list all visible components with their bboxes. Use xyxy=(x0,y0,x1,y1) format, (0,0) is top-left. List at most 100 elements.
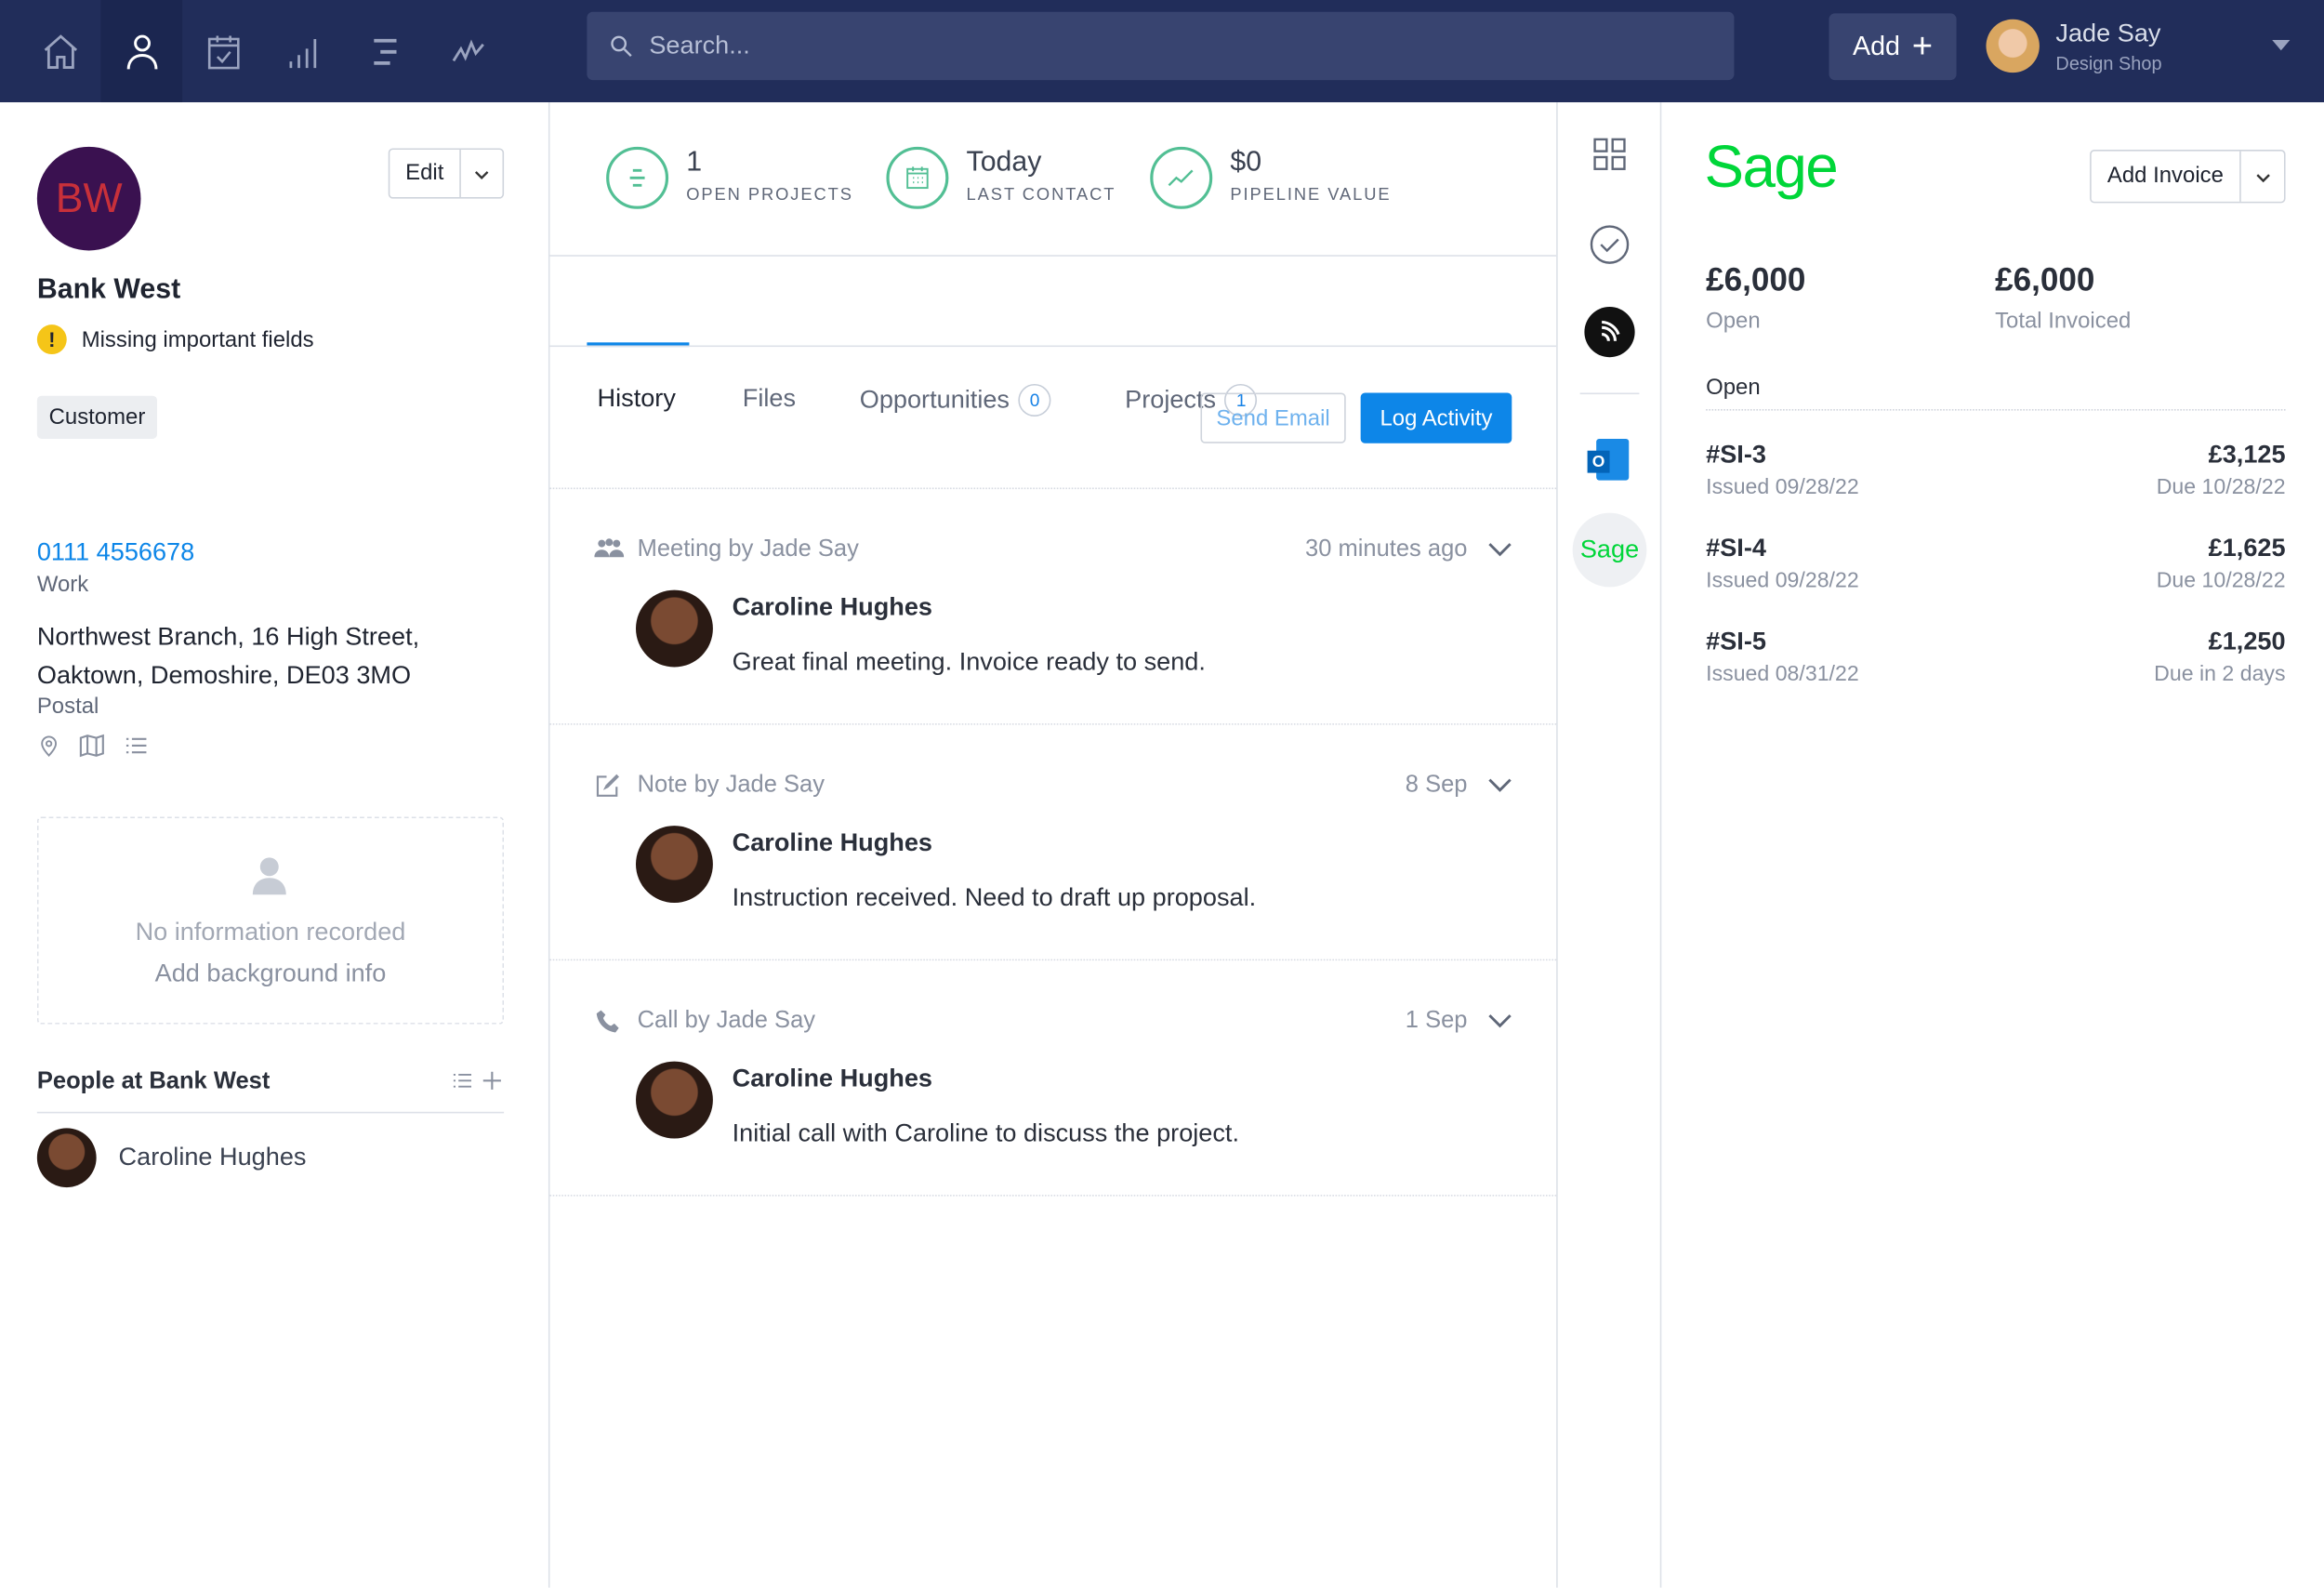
activity-icon[interactable] xyxy=(427,0,508,102)
entry-text: Initial call with Caroline to discuss th… xyxy=(732,1118,1239,1148)
activity-panel: 1 OPEN PROJECTS Today LAST CONTACT $0 PIPEL… xyxy=(549,102,1558,1588)
invoice-row[interactable]: #SI-4 Issued 09/28/22 £1,625 Due 10/28/22 xyxy=(1706,534,2285,608)
warning-text: Missing important fields xyxy=(81,326,314,352)
check-circle-icon[interactable] xyxy=(1589,224,1631,266)
plus-icon: + xyxy=(1911,25,1934,66)
open-amount: £6,000 xyxy=(1706,260,1806,298)
entry-type: Call by Jade Say xyxy=(637,1008,816,1034)
chevron-down-icon[interactable] xyxy=(2241,164,2284,189)
add-invoice-button[interactable]: Add Invoice xyxy=(2092,151,2241,202)
tab-files[interactable]: Files xyxy=(743,384,796,414)
add-invoice-group: Add Invoice xyxy=(2090,150,2286,204)
tab-opportunities[interactable]: Opportunities 0 xyxy=(860,383,1051,417)
people-title: People at Bank West xyxy=(36,1068,271,1094)
background-info-box[interactable]: No information recorded Add background i… xyxy=(36,816,505,1025)
map-pin-icon[interactable] xyxy=(37,733,61,760)
missing-fields-warning[interactable]: ! Missing important fields xyxy=(36,324,314,355)
edit-button-group: Edit xyxy=(388,148,505,199)
invoice-amount: £3,125 xyxy=(2208,440,2286,469)
people-actions xyxy=(451,1069,504,1093)
user-avatar[interactable] xyxy=(1986,19,2040,73)
plus-icon[interactable] xyxy=(481,1069,505,1093)
sage-panel: Sage Add Invoice £6,000 Open £6,000 Tota… xyxy=(1661,102,2324,1588)
search-bar[interactable] xyxy=(587,11,1735,81)
company-name: Bank West xyxy=(36,273,181,306)
entry-person[interactable]: Caroline Hughes xyxy=(733,828,932,858)
chevron-down-icon[interactable] xyxy=(1488,538,1512,565)
search-input[interactable] xyxy=(649,31,1687,61)
add-person-icon xyxy=(252,857,285,895)
invoice-row[interactable]: #SI-5 Issued 08/31/22 £1,250 Due in 2 days xyxy=(1706,627,2285,701)
caret-down-icon[interactable] xyxy=(2272,40,2291,51)
integrations-rail: O Sage xyxy=(1558,102,1662,1588)
list-icon[interactable] xyxy=(345,0,427,102)
entry-text: Instruction received. Need to draft up p… xyxy=(732,883,1257,912)
entry-type: Meeting by Jade Say xyxy=(637,536,859,562)
invoice-amount: £1,625 xyxy=(2208,533,2286,562)
total-amount: £6,000 xyxy=(1995,260,2095,298)
section-title: Open xyxy=(1706,375,1761,401)
chevron-down-icon[interactable] xyxy=(1488,774,1512,801)
outlook-icon[interactable]: O xyxy=(1587,438,1630,481)
edit-button[interactable]: Edit xyxy=(390,150,461,198)
invoice-id[interactable]: #SI-5 xyxy=(1706,627,1859,656)
calendar-check-icon[interactable] xyxy=(182,0,264,102)
invoice-row[interactable]: #SI-3 Issued 09/28/22 £3,125 Due 10/28/22 xyxy=(1706,441,2285,515)
calendar-icon xyxy=(886,146,949,209)
stat-pipeline-value: $0 PIPELINE VALUE xyxy=(1150,146,1391,209)
sage-app-button[interactable]: Sage xyxy=(1572,512,1647,588)
tab-history[interactable]: History xyxy=(598,384,676,414)
address-type: Postal xyxy=(36,694,99,720)
company-panel: BW Edit Bank West ! Missing important fi… xyxy=(0,102,550,1588)
add-background-link[interactable]: Add background info xyxy=(38,959,502,989)
chevron-down-icon[interactable] xyxy=(1488,1010,1512,1037)
history-entry[interactable]: Meeting by Jade Say 30 minutes ago Carol… xyxy=(549,489,1557,725)
stat-open-projects: 1 OPEN PROJECTS xyxy=(606,146,853,209)
company-avatar: BW xyxy=(36,146,141,251)
chevron-down-icon[interactable] xyxy=(461,161,503,186)
trend-icon xyxy=(1150,146,1213,209)
lines-icon xyxy=(606,146,669,209)
invoice-due: Due 10/28/22 xyxy=(2156,569,2286,593)
warning-icon: ! xyxy=(36,324,67,355)
entry-person[interactable]: Caroline Hughes xyxy=(733,593,932,623)
send-email-button[interactable]: Send Email xyxy=(1200,392,1346,443)
invoice-due: Due 10/28/22 xyxy=(2156,475,2286,500)
phone-link[interactable]: 0111 4556678 xyxy=(37,538,194,568)
person-avatar xyxy=(36,1128,97,1188)
people-icon xyxy=(594,536,625,567)
search-icon xyxy=(611,35,632,58)
history-entry[interactable]: Note by Jade Say 8 Sep Caroline Hughes I… xyxy=(549,725,1557,961)
list-icon[interactable] xyxy=(123,733,150,760)
count-badge: 0 xyxy=(1018,383,1051,417)
open-label: Open xyxy=(1706,308,1761,334)
entry-text: Great final meeting. Invoice ready to se… xyxy=(732,647,1206,677)
entry-time: 1 Sep xyxy=(1405,1008,1468,1034)
customer-tag[interactable]: Customer xyxy=(36,395,158,439)
user-name[interactable]: Jade Say xyxy=(2055,20,2160,49)
edit-icon xyxy=(594,773,621,807)
history-entry[interactable]: Call by Jade Say 1 Sep Caroline Hughes I… xyxy=(549,960,1557,1197)
no-info-text: No information recorded xyxy=(135,917,406,946)
feed-app-icon[interactable] xyxy=(1584,307,1635,358)
person-icon[interactable] xyxy=(100,0,183,103)
total-label: Total Invoiced xyxy=(1995,308,2132,334)
grid-icon[interactable] xyxy=(1591,137,1627,172)
bar-chart-icon[interactable] xyxy=(264,0,346,102)
invoice-amount: £1,250 xyxy=(2208,627,2286,655)
invoice-issued: Issued 08/31/22 xyxy=(1706,662,1859,687)
person-row[interactable]: Caroline Hughes xyxy=(36,1128,307,1188)
list-icon[interactable] xyxy=(451,1069,475,1093)
person-avatar xyxy=(635,589,713,668)
invoice-due: Due in 2 days xyxy=(2154,662,2286,687)
invoice-issued: Issued 09/28/22 xyxy=(1706,475,1859,500)
home-icon[interactable] xyxy=(20,0,101,102)
entry-person[interactable]: Caroline Hughes xyxy=(733,1065,932,1094)
log-activity-button[interactable]: Log Activity xyxy=(1360,392,1512,443)
add-button[interactable]: Add + xyxy=(1829,13,1957,81)
invoice-id[interactable]: #SI-4 xyxy=(1706,534,1859,563)
person-name[interactable]: Caroline Hughes xyxy=(119,1143,307,1172)
entry-time: 30 minutes ago xyxy=(1305,536,1468,562)
invoice-id[interactable]: #SI-3 xyxy=(1706,441,1859,470)
map-icon[interactable] xyxy=(79,733,106,760)
